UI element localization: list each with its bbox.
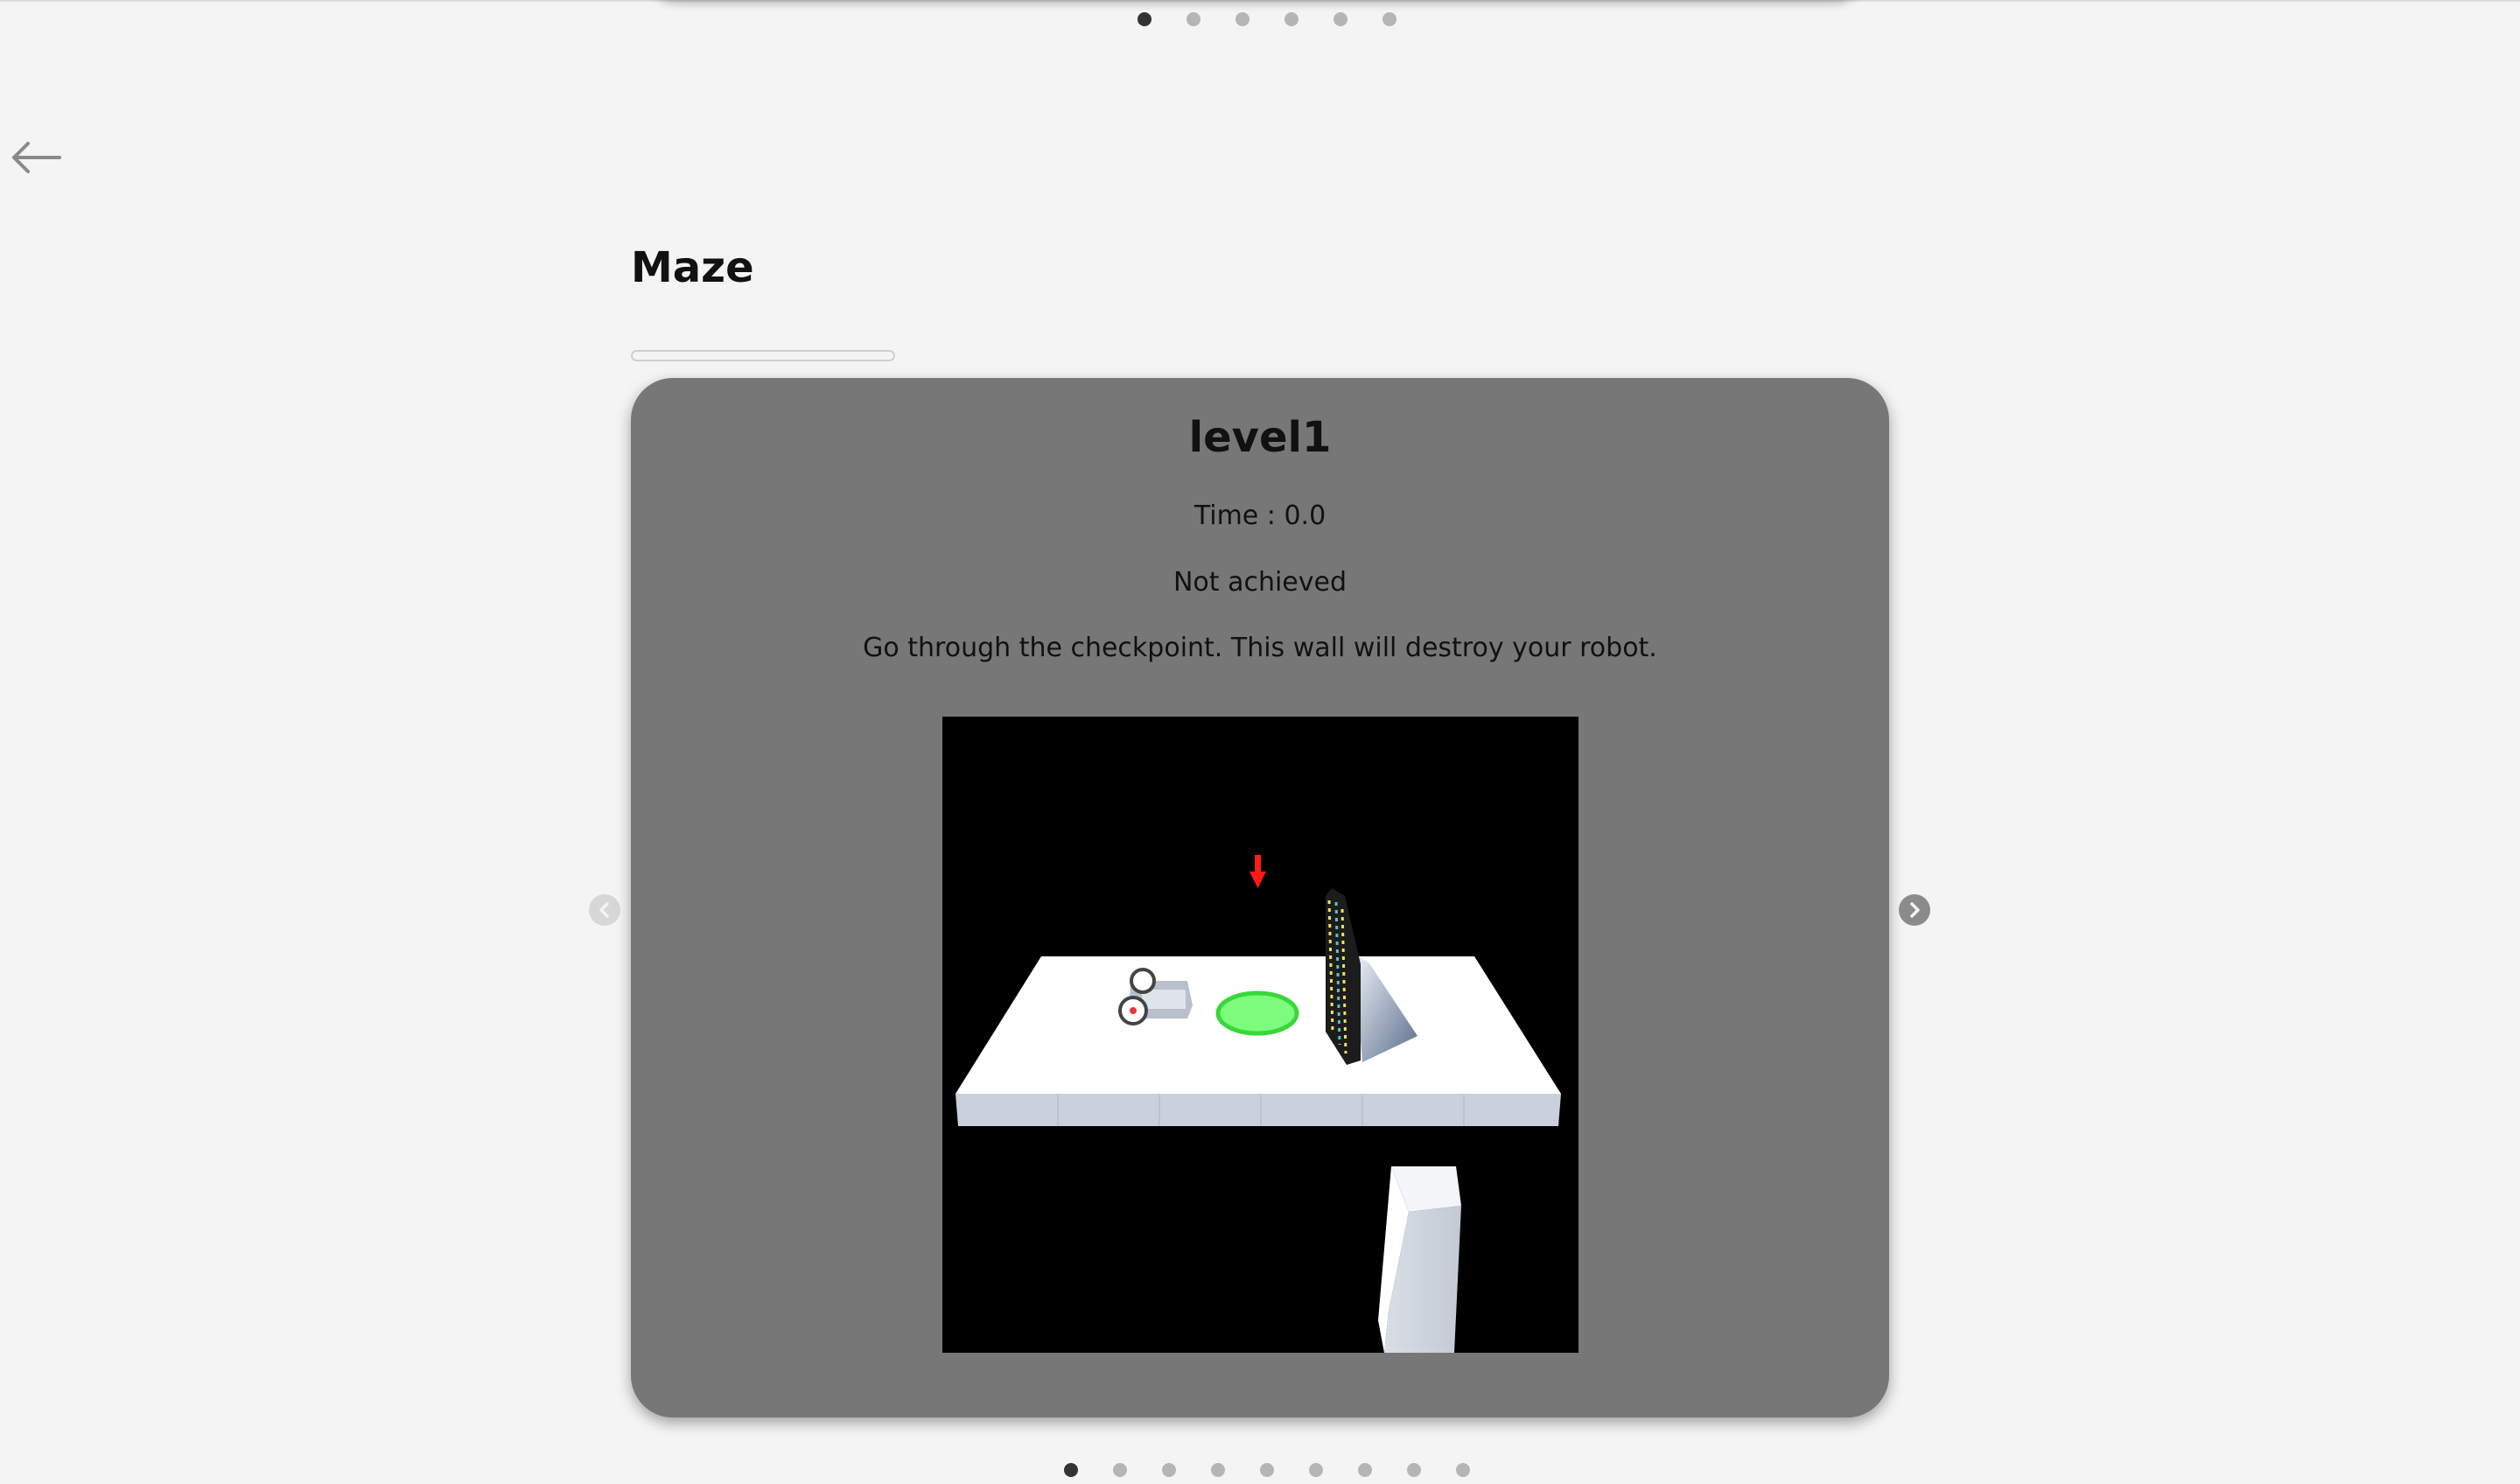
level-status: Not achieved xyxy=(1172,567,1348,598)
level-card[interactable]: level1 Time : 0.0 Not achieved Go throug… xyxy=(631,378,1889,1418)
checkpoint-circle xyxy=(1215,990,1299,1036)
top-carousel-dots xyxy=(1118,12,1416,26)
bottom-carousel-dot-6[interactable] xyxy=(1309,1463,1323,1477)
bottom-carousel-dot-2[interactable] xyxy=(1113,1463,1127,1477)
goal-marker-arrow xyxy=(1250,855,1266,888)
previous-level-button[interactable] xyxy=(589,894,620,926)
bottom-carousel-dot-8[interactable] xyxy=(1407,1463,1421,1477)
maze-scene-image xyxy=(956,855,1561,1353)
bottom-carousel-dot-9[interactable] xyxy=(1456,1463,1470,1477)
bottom-carousel-dots xyxy=(1040,1463,1494,1477)
level-time: Time : 0.0 xyxy=(1194,500,1326,531)
destroyer-wall xyxy=(1326,888,1361,1065)
top-carousel-dot-3[interactable] xyxy=(1236,12,1250,26)
level-title: level1 xyxy=(1188,413,1332,462)
top-divider xyxy=(0,0,2520,2)
top-carousel-dot-2[interactable] xyxy=(1186,12,1200,26)
bottom-carousel-dot-4[interactable] xyxy=(1211,1463,1225,1477)
top-carousel-dot-4[interactable] xyxy=(1284,12,1298,26)
top-carousel-dot-5[interactable] xyxy=(1334,12,1348,26)
arrow-left-icon xyxy=(12,142,61,173)
level-preview[interactable] xyxy=(942,717,1578,1353)
level-description: Go through the checkpoint. This wall wil… xyxy=(863,633,1657,663)
chevron-right-icon xyxy=(1910,902,1920,918)
bottom-carousel-dot-7[interactable] xyxy=(1358,1463,1372,1477)
progress-bar xyxy=(631,350,895,361)
bottom-carousel-dot-3[interactable] xyxy=(1162,1463,1176,1477)
foreground-pillar xyxy=(1378,1166,1461,1353)
bottom-carousel-dot-5[interactable] xyxy=(1260,1463,1274,1477)
top-carousel-dot-6[interactable] xyxy=(1382,12,1396,26)
back-button[interactable] xyxy=(9,140,70,175)
platform-front xyxy=(956,1094,1561,1126)
bottom-carousel-dot-1[interactable] xyxy=(1064,1463,1078,1477)
page-title: Maze xyxy=(631,243,754,292)
next-level-button[interactable] xyxy=(1899,894,1930,926)
top-carousel-dot-1[interactable] xyxy=(1138,12,1152,26)
chevron-left-icon xyxy=(599,902,609,918)
